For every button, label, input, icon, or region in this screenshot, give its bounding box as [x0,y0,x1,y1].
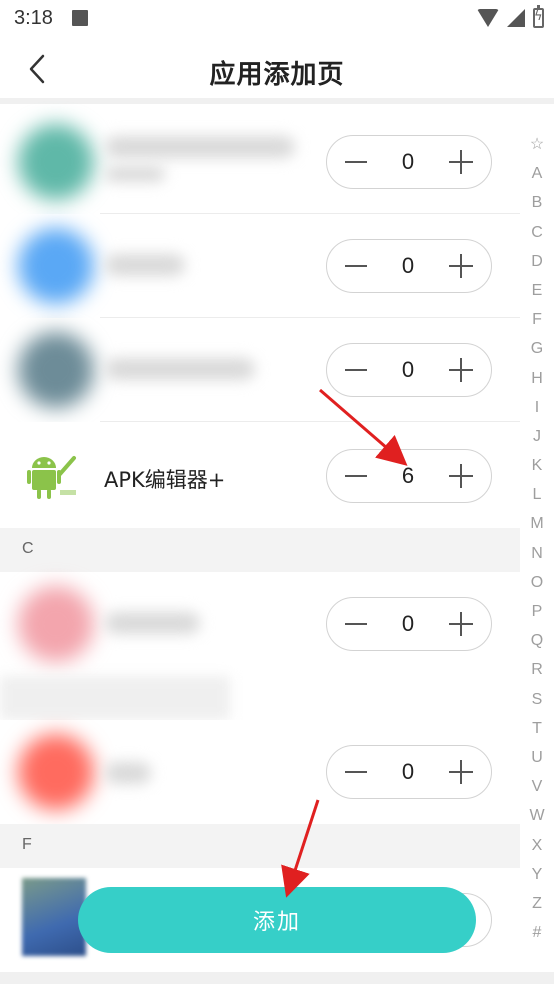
index-letter[interactable]: W [520,801,554,830]
quantity-stepper: 6 [326,449,492,503]
index-letter[interactable]: V [520,772,554,801]
app-icon [18,734,94,810]
quantity-value: 0 [401,759,415,784]
index-letter[interactable]: R [520,655,554,684]
minus-icon[interactable] [345,771,367,773]
index-letter[interactable]: ☆ [520,130,554,159]
list-item: 0 [0,720,520,824]
list-item: 0 [0,110,520,214]
app-name-blurred [105,358,255,380]
index-letter[interactable]: B [520,188,554,217]
plus-icon[interactable] [449,358,473,382]
index-letter[interactable]: H [520,364,554,393]
status-icons [477,5,544,28]
app-name-blurred [105,166,165,182]
quantity-value: 0 [401,149,415,174]
quantity-value: 6 [401,463,415,488]
quantity-stepper: 0 [326,239,492,293]
index-letter[interactable]: O [520,568,554,597]
section-header-f: F [0,824,520,868]
minus-icon[interactable] [345,475,367,477]
bottom-strip [0,972,554,984]
index-letter[interactable]: P [520,597,554,626]
index-letter[interactable]: S [520,685,554,714]
quantity-stepper: 0 [326,597,492,651]
page-title: 应用添加页 [209,60,345,90]
app-name-blurred [105,136,295,158]
list-item: APK编辑器+ 6 [0,422,520,528]
index-letter[interactable]: G [520,334,554,363]
section-label: F [22,836,32,853]
index-letter[interactable]: L [520,480,554,509]
quantity-value: 0 [401,611,415,636]
quantity-stepper: 0 [326,343,492,397]
index-letter[interactable]: D [520,247,554,276]
index-letter[interactable]: # [520,918,554,947]
minus-icon[interactable] [345,161,367,163]
index-letter[interactable]: K [520,451,554,480]
list-item: 0 [0,318,520,422]
quantity-value: 0 [401,357,415,382]
index-letter[interactable]: I [520,393,554,422]
alphabet-index[interactable]: ☆ A B C D E F G H I J K L M N O P Q R S T U V W X Y Z # [520,130,554,947]
index-letter[interactable]: E [520,276,554,305]
quantity-stepper: 0 [326,745,492,799]
index-letter[interactable]: F [520,305,554,334]
index-letter[interactable]: X [520,831,554,860]
plus-icon[interactable] [449,150,473,174]
index-letter[interactable]: Y [520,860,554,889]
app-icon [18,586,94,662]
signal-icon [507,9,525,27]
section-label: C [22,540,34,557]
status-bar: 3:18 [0,0,554,36]
index-letter[interactable]: C [520,218,554,247]
section-header-c: C [0,528,520,572]
app-icon [18,228,94,304]
minus-icon[interactable] [345,623,367,625]
section-header-blurred [0,676,230,720]
plus-icon[interactable] [449,760,473,784]
status-time: 3:18 [14,7,53,29]
minus-icon[interactable] [345,369,367,371]
list-item: 0 [0,214,520,318]
app-icon [18,332,94,408]
list-item: 0 [0,572,520,676]
battery-icon [533,5,544,28]
index-letter[interactable]: M [520,509,554,538]
header: 应用添加页 [0,36,554,104]
index-letter[interactable]: Q [520,626,554,655]
app-icon [22,878,86,956]
plus-icon[interactable] [449,254,473,278]
index-letter[interactable]: Z [520,889,554,918]
quantity-value: 0 [401,253,415,278]
index-letter[interactable]: N [520,539,554,568]
index-letter[interactable]: U [520,743,554,772]
app-name-blurred [105,612,200,634]
app-icon [18,124,94,200]
index-letter[interactable]: A [520,159,554,188]
index-letter[interactable]: J [520,422,554,451]
app-name-blurred [105,254,185,276]
plus-icon[interactable] [449,464,473,488]
add-button[interactable]: 添加 [78,887,476,953]
app-name: APK编辑器+ [104,468,226,492]
app-name-blurred [105,762,151,784]
quantity-stepper: 0 [326,135,492,189]
plus-icon[interactable] [449,612,473,636]
notification-icon [72,10,88,26]
index-letter[interactable]: T [520,714,554,743]
minus-icon[interactable] [345,265,367,267]
android-icon [27,456,76,499]
wifi-icon [477,9,499,27]
